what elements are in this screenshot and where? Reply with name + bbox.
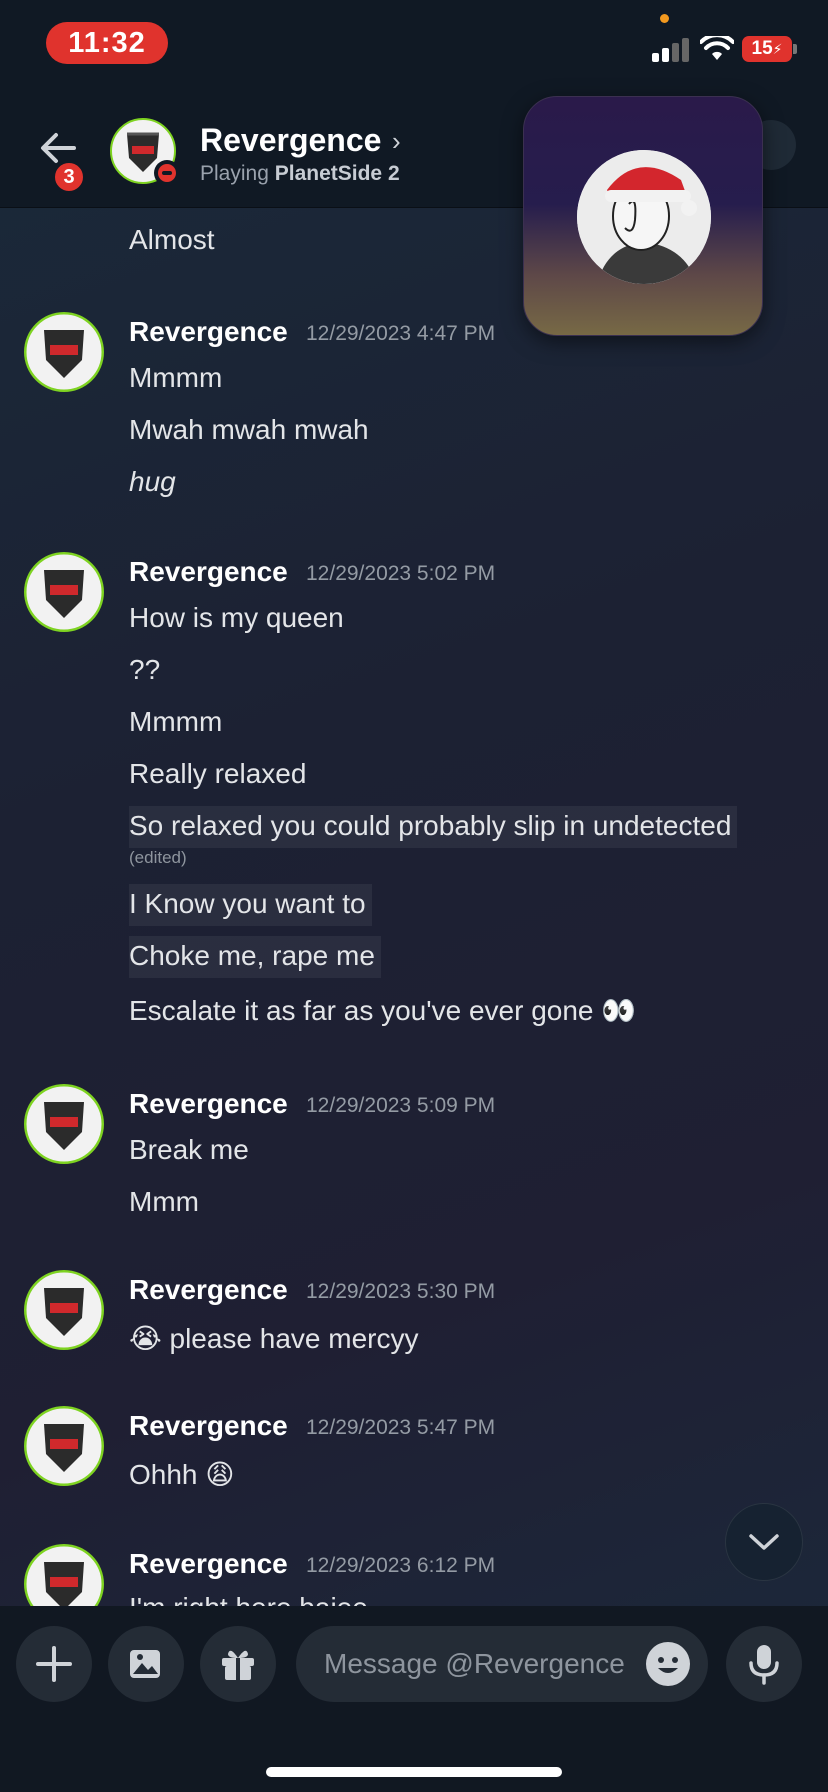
message-author[interactable]: Revergence: [129, 316, 288, 348]
message-text: Break me: [129, 1134, 249, 1165]
user-activity: Playing PlanetSide 2: [200, 162, 400, 185]
message-author[interactable]: Revergence: [129, 1274, 288, 1306]
santa-hat-avatar-icon: [577, 150, 711, 284]
pip-avatar: [577, 150, 711, 284]
chevron-right-icon[interactable]: ›: [392, 126, 401, 157]
message-author[interactable]: Revergence: [129, 1088, 288, 1120]
message-avatar[interactable]: [24, 552, 104, 632]
message-timestamp: 12/29/2023 5:47 PM: [306, 1416, 496, 1439]
message-list[interactable]: Almost Revergence 12/29/2023 4:47 PM Mmm…: [0, 210, 828, 1606]
gallery-button[interactable]: [108, 1626, 184, 1702]
message-text: Really relaxed: [129, 758, 307, 789]
privacy-indicator-dot: [660, 14, 669, 23]
message-timestamp: 12/29/2023 6:12 PM: [306, 1554, 496, 1577]
edited-label: (edited): [129, 848, 187, 867]
message-text: ??: [129, 654, 161, 685]
unread-badge: 3: [52, 160, 86, 194]
message-text: Mmm: [129, 1186, 199, 1217]
message-composer: [0, 1606, 828, 1792]
message-avatar[interactable]: [24, 1270, 104, 1350]
message-text: I'm right here baiee: [129, 1592, 368, 1606]
message-input[interactable]: [324, 1644, 634, 1684]
status-time: 11:32: [46, 22, 168, 64]
message-avatar[interactable]: [24, 1406, 104, 1486]
cellular-signal-icon: [652, 38, 690, 62]
plus-icon: [36, 1646, 72, 1682]
scroll-to-bottom-button[interactable]: [725, 1503, 803, 1581]
message-avatar[interactable]: [24, 1084, 104, 1164]
status-bar: 11:32 15 ⚡: [0, 0, 828, 90]
message-text: How is my queen: [129, 602, 344, 633]
message-avatar[interactable]: [24, 1544, 104, 1606]
message-text: Ohhh 😩: [129, 1459, 235, 1490]
home-indicator[interactable]: [266, 1767, 562, 1777]
add-attachment-button[interactable]: [16, 1626, 92, 1702]
message-timestamp: 12/29/2023 5:02 PM: [306, 562, 496, 585]
image-icon: [130, 1650, 160, 1678]
chat-title[interactable]: Revergence: [200, 122, 381, 159]
battery-level: 15 ⚡: [742, 36, 792, 62]
message-text: Mmmm: [129, 362, 223, 393]
message-avatar[interactable]: [24, 312, 104, 392]
message-text: Mmmm: [129, 706, 223, 737]
chevron-down-icon: [749, 1534, 779, 1550]
message-timestamp: 12/29/2023 5:30 PM: [306, 1280, 496, 1303]
message-text-highlighted: So relaxed you could probably slip in un…: [129, 806, 738, 848]
message-text: Mwah mwah mwah: [129, 414, 369, 445]
message-input-container[interactable]: [296, 1626, 708, 1702]
message-text: hug: [129, 466, 176, 497]
message-text-highlighted: I Know you want to: [129, 884, 372, 926]
message-author[interactable]: Revergence: [129, 1410, 288, 1442]
gift-icon: [222, 1650, 254, 1680]
emoji-icon[interactable]: [646, 1642, 690, 1686]
battery-tip: [793, 44, 797, 54]
message-timestamp: 12/29/2023 5:09 PM: [306, 1094, 496, 1117]
dnd-status-icon: [154, 160, 180, 186]
message-timestamp: 12/29/2023 4:47 PM: [306, 322, 496, 345]
message-author[interactable]: Revergence: [129, 1548, 288, 1580]
message-author[interactable]: Revergence: [129, 556, 288, 588]
message-text-highlighted: Choke me, rape me: [129, 936, 381, 978]
message-text: Escalate it as far as you've ever gone 👀: [129, 995, 637, 1026]
gift-button[interactable]: [200, 1626, 276, 1702]
message-text: 😭 please have mercyy: [129, 1323, 419, 1354]
pip-call-window[interactable]: [523, 96, 763, 336]
microphone-icon: [749, 1645, 779, 1685]
voice-message-button[interactable]: [726, 1626, 802, 1702]
wifi-icon: [700, 36, 734, 60]
message-text: Almost: [129, 224, 215, 255]
